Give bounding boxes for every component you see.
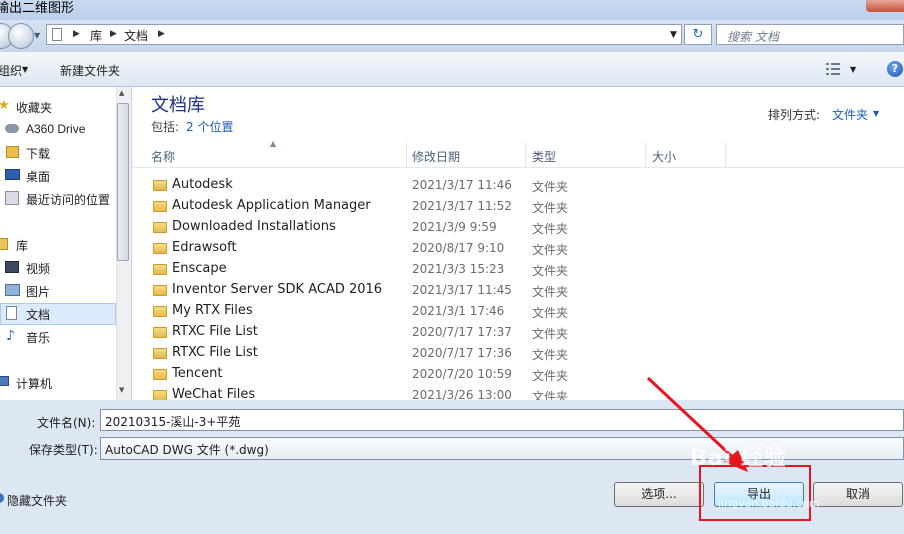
file-name: Tencent <box>172 366 223 381</box>
hide-folders-toggle[interactable]: 隐藏文件夹 <box>7 492 67 509</box>
file-list: Autodesk 2021/3/17 11:46 文件夹 Autodesk Appli… <box>0 0 904 400</box>
file-date: 2021/3/1 17:46 <box>412 304 505 318</box>
list-item[interactable]: Enscape 2021/3/3 15:23 文件夹 <box>150 259 904 280</box>
file-type: 文件夹 <box>532 243 569 257</box>
file-type: 文件夹 <box>532 222 569 236</box>
list-item[interactable]: RTXC File List 2020/7/17 17:36 文件夹 <box>150 343 904 364</box>
annotation-highlight-box <box>699 465 811 521</box>
list-item[interactable]: Tencent 2020/7/20 10:59 文件夹 <box>150 364 904 385</box>
folder-icon <box>153 348 167 359</box>
filename-value[interactable]: 20210315-溪山-3+平苑 <box>105 413 240 430</box>
folder-icon <box>153 222 167 233</box>
file-type: 文件夹 <box>532 201 569 215</box>
options-button[interactable]: 选项... <box>614 482 704 507</box>
file-name: WeChat Files <box>172 387 256 400</box>
file-date: 2021/3/17 11:45 <box>412 283 512 297</box>
file-date: 2021/3/17 11:46 <box>412 178 512 192</box>
folder-icon <box>153 306 167 317</box>
watermark: Bai 经验 <box>690 446 787 471</box>
file-date: 2020/7/17 17:37 <box>412 325 512 339</box>
list-item[interactable]: Autodesk 2021/3/17 11:46 文件夹 <box>150 175 904 196</box>
list-item[interactable]: RTXC File List 2020/7/17 17:37 文件夹 <box>150 322 904 343</box>
file-name: My RTX Files <box>172 303 253 318</box>
folder-icon <box>153 369 167 380</box>
file-name: RTXC File List <box>172 345 258 360</box>
list-item[interactable]: My RTX Files 2021/3/1 17:46 文件夹 <box>150 301 904 322</box>
file-name: RTXC File List <box>172 324 258 339</box>
file-type: 文件夹 <box>532 390 569 400</box>
file-name: Enscape <box>172 261 227 276</box>
file-name: Downloaded Installations <box>172 219 336 234</box>
cancel-button[interactable]: 取消 <box>813 482 903 507</box>
file-type: 文件夹 <box>532 327 569 341</box>
list-item[interactable]: Downloaded Installations 2021/3/9 9:59 文件夹 <box>150 217 904 238</box>
file-date: 2020/8/17 9:10 <box>412 241 505 255</box>
folder-icon <box>153 327 167 338</box>
file-date: 2021/3/17 11:52 <box>412 199 512 213</box>
file-type: 文件夹 <box>532 285 569 299</box>
file-name: Autodesk Application Manager <box>172 198 371 213</box>
folder-icon <box>153 201 167 212</box>
folder-icon <box>153 243 167 254</box>
file-date: 2020/7/20 10:59 <box>412 367 512 381</box>
filename-label: 文件名(N): <box>37 416 96 430</box>
watermark-url: jingyan.baidu.com <box>718 497 820 510</box>
folder-icon <box>153 285 167 296</box>
list-item[interactable]: WeChat Files 2021/3/26 13:00 文件夹 <box>150 385 904 400</box>
filetype-value[interactable]: AutoCAD DWG 文件 (*.dwg) <box>105 441 269 458</box>
folder-icon <box>153 180 167 191</box>
file-date: 2021/3/3 15:23 <box>412 262 505 276</box>
file-type: 文件夹 <box>532 306 569 320</box>
folder-icon <box>153 390 167 400</box>
file-name: Autodesk <box>172 177 233 192</box>
filetype-label: 保存类型(T): <box>29 443 98 457</box>
folder-icon <box>153 264 167 275</box>
file-date: 2021/3/9 9:59 <box>412 220 497 234</box>
file-type: 文件夹 <box>532 348 569 362</box>
list-item[interactable]: Edrawsoft 2020/8/17 9:10 文件夹 <box>150 238 904 259</box>
file-type: 文件夹 <box>532 180 569 194</box>
file-date: 2021/3/26 13:00 <box>412 388 512 400</box>
list-item[interactable]: Autodesk Application Manager 2021/3/17 11… <box>150 196 904 217</box>
file-name: Inventor Server SDK ACAD 2016 <box>172 282 383 297</box>
file-name: Edrawsoft <box>172 240 237 255</box>
file-type: 文件夹 <box>532 264 569 278</box>
list-item[interactable]: Inventor Server SDK ACAD 2016 2021/3/17 1… <box>150 280 904 301</box>
file-date: 2020/7/17 17:36 <box>412 346 512 360</box>
file-type: 文件夹 <box>532 369 569 383</box>
